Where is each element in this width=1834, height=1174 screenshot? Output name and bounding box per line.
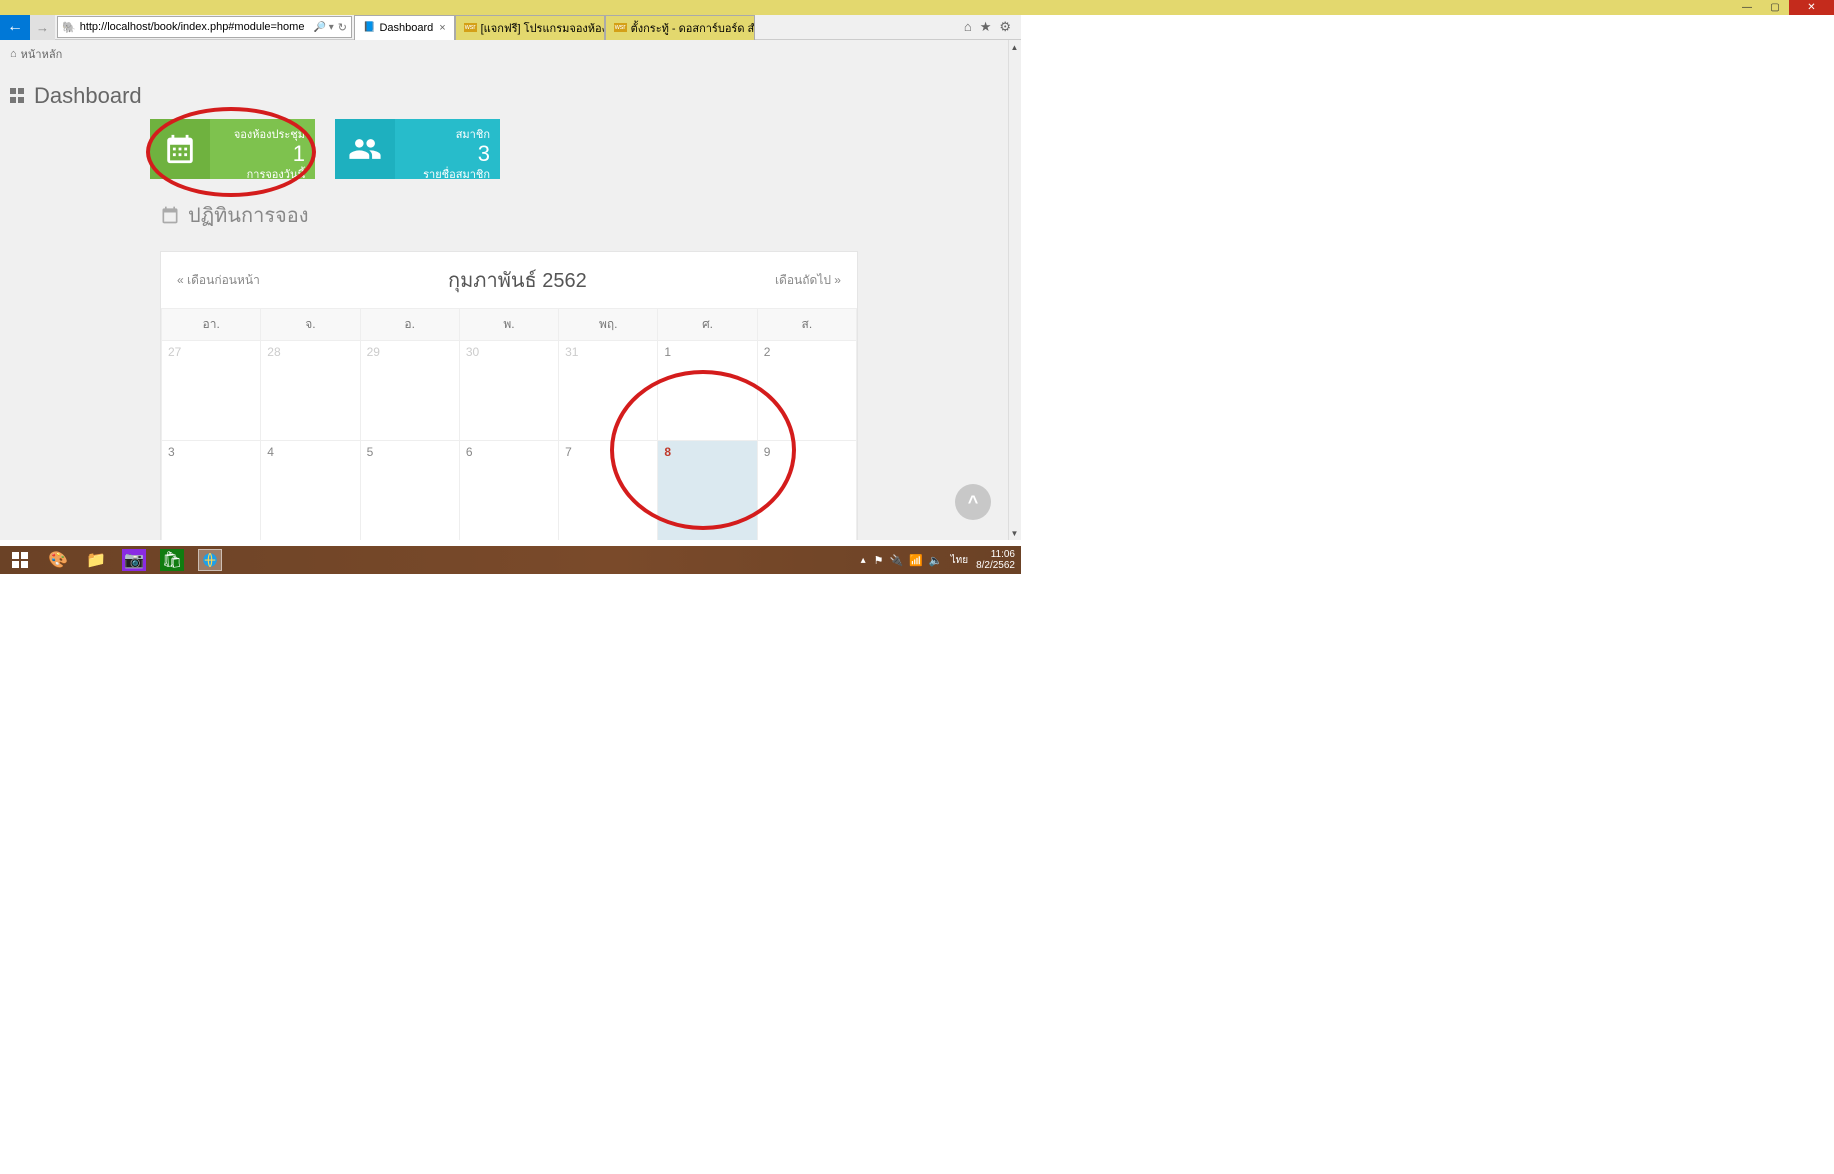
dow-header: อ. — [360, 309, 459, 341]
scroll-to-top-button[interactable]: ^ — [955, 484, 991, 520]
dow-header: พฤ. — [559, 309, 658, 341]
calendar-day-cell[interactable]: 30 — [459, 341, 558, 441]
taskbar-clock[interactable]: 11:06 8/2/2562 — [976, 549, 1015, 571]
page-title: Dashboard — [0, 68, 1008, 119]
back-button[interactable]: ← — [0, 15, 30, 40]
page-viewport: ⌂ หน้าหลัก Dashboard จองห้องประชุม 1 การ… — [0, 40, 1021, 540]
window-maximize-button[interactable]: ▢ — [1761, 0, 1789, 15]
tile-members[interactable]: สมาชิก 3 รายชื่อสมาชิก — [335, 119, 500, 179]
calendar-prev-button[interactable]: « เดือนก่อนหน้า — [177, 271, 260, 290]
page-title-text: Dashboard — [34, 83, 142, 109]
tab-dashboard[interactable]: 📘 Dashboard × — [354, 15, 455, 40]
dow-header: อา. — [162, 309, 261, 341]
favorites-icon[interactable]: ★ — [980, 19, 992, 35]
taskbar: 🎨 📁 📷 🛍 ▴ ⚑ 🔌 📶 🔈 ไทย 11:06 8/2/2562 — [0, 546, 1021, 574]
search-dropdown-icon[interactable]: 🔎 ▾ — [314, 22, 334, 33]
forward-button[interactable]: → — [30, 15, 55, 40]
window-close-button[interactable]: ✕ — [1789, 0, 1834, 15]
browser-toolbar: ← → 🐘 http://localhost/book/index.php#mo… — [0, 15, 1021, 40]
tray-network-icon[interactable]: 📶 — [909, 554, 923, 567]
show-hidden-icons-icon[interactable]: ▴ — [861, 555, 866, 566]
tab-title: ตั้งกระทู้ - ดอสการ์บอร์ด สำหรับติดต่อ..… — [631, 19, 755, 37]
breadcrumb[interactable]: ⌂ หน้าหลัก — [0, 40, 1008, 68]
calendar-day-cell[interactable]: 29 — [360, 341, 459, 441]
calendar-widget: « เดือนก่อนหน้า กุมภาพันธ์ 2562 เดือนถัด… — [160, 251, 858, 540]
calendar-day-cell[interactable]: 9 — [757, 441, 856, 541]
tray-power-icon[interactable]: 🔌 — [889, 554, 903, 567]
tray-flag-icon[interactable]: ⚑ — [874, 554, 884, 567]
dashboard-icon — [10, 88, 26, 104]
calendar-title-text: ปฏิทินการจอง — [188, 199, 309, 231]
dow-header: พ. — [459, 309, 558, 341]
taskbar-app-1[interactable]: 🎨 — [46, 549, 70, 571]
tab-2[interactable]: wsr [แจกฟรี] โปรแกรมจองห้องประชุม อ... — [455, 15, 605, 40]
dow-header: ส. — [757, 309, 856, 341]
tab-strip: 📘 Dashboard × wsr [แจกฟรี] โปรแกรมจองห้อ… — [354, 15, 954, 40]
tab-3[interactable]: wsr ตั้งกระทู้ - ดอสการ์บอร์ด สำหรับติดต… — [605, 15, 755, 40]
scroll-down-arrow-icon[interactable]: ▼ — [1008, 526, 1021, 540]
window-titlebar: — ▢ ✕ — [0, 0, 1834, 15]
tile-sublabel: การจองวันนี้ — [220, 165, 305, 183]
dow-header: ศ. — [658, 309, 757, 341]
clock-time: 11:06 — [976, 549, 1015, 560]
calendar-grid: อา. จ. อ. พ. พฤ. ศ. ส. 272829303112 34567… — [161, 308, 857, 540]
tab-close-icon[interactable]: × — [439, 22, 445, 34]
calendar-month-label: กุมภาพันธ์ 2562 — [448, 264, 587, 296]
refresh-icon[interactable]: ↻ — [338, 21, 347, 34]
start-button[interactable] — [8, 549, 32, 571]
calendar-icon — [160, 205, 180, 225]
calendar-day-cell[interactable]: 6 — [459, 441, 558, 541]
calendar-day-cell[interactable]: 7 — [559, 441, 658, 541]
calendar-day-cell[interactable]: 4 — [261, 441, 360, 541]
tab-title: [แจกฟรี] โปรแกรมจองห้องประชุม อ... — [481, 19, 605, 37]
calendar-day-cell[interactable]: 28 — [261, 341, 360, 441]
calendar-day-cell[interactable]: 1 — [658, 341, 757, 441]
clock-date: 8/2/2562 — [976, 560, 1015, 571]
calendar-day-cell[interactable]: 31 — [559, 341, 658, 441]
taskbar-ie[interactable] — [198, 549, 222, 571]
tile-count: 3 — [405, 143, 490, 165]
vertical-scrollbar[interactable]: ▲ ▼ — [1008, 40, 1021, 540]
tab-title: Dashboard — [379, 22, 433, 34]
tile-sublabel: รายชื่อสมาชิก — [405, 165, 490, 183]
tile-count: 1 — [220, 143, 305, 165]
taskbar-file-explorer[interactable]: 📁 — [84, 549, 108, 571]
home-icon: ⌂ — [10, 48, 17, 60]
users-icon — [335, 119, 395, 179]
tab-favicon-icon: wsr — [614, 23, 627, 32]
language-indicator[interactable]: ไทย — [951, 553, 968, 568]
window-minimize-button[interactable]: — — [1733, 0, 1761, 15]
calendar-icon — [150, 119, 210, 179]
dow-header: จ. — [261, 309, 360, 341]
calendar-day-cell[interactable]: 8 — [658, 441, 757, 541]
taskbar-store[interactable]: 🛍 — [160, 549, 184, 571]
taskbar-camera[interactable]: 📷 — [122, 549, 146, 571]
tray-volume-icon[interactable]: 🔈 — [929, 554, 943, 567]
calendar-day-cell[interactable]: 5 — [360, 441, 459, 541]
calendar-day-cell[interactable]: 27 — [162, 341, 261, 441]
site-favicon-icon: 🐘 — [62, 21, 76, 34]
tab-favicon-icon: 📘 — [363, 22, 375, 33]
scroll-up-arrow-icon[interactable]: ▲ — [1008, 40, 1021, 54]
address-bar[interactable]: 🐘 http://localhost/book/index.php#module… — [57, 16, 352, 38]
calendar-next-button[interactable]: เดือนถัดไป » — [775, 271, 841, 290]
tab-favicon-icon: wsr — [464, 23, 477, 32]
calendar-section-title: ปฏิทินการจอง — [160, 199, 858, 231]
breadcrumb-text: หน้าหลัก — [21, 45, 63, 63]
calendar-day-cell[interactable]: 3 — [162, 441, 261, 541]
home-icon[interactable]: ⌂ — [964, 19, 972, 35]
url-text: http://localhost/book/index.php#module=h… — [80, 21, 305, 33]
tools-icon[interactable]: ⚙ — [999, 19, 1011, 35]
tile-booking[interactable]: จองห้องประชุม 1 การจองวันนี้ — [150, 119, 315, 179]
calendar-day-cell[interactable]: 2 — [757, 341, 856, 441]
